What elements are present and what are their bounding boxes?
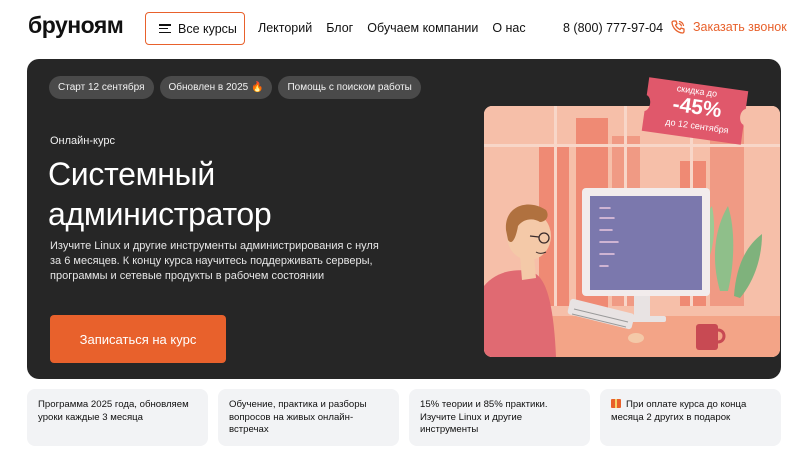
tag-job-help: Помощь с поиском работы [278, 76, 421, 99]
feature-text: Программа 2025 года, обновляем уроки каж… [38, 399, 189, 423]
tag-start-date: Старт 12 сентября [49, 76, 154, 99]
logo[interactable]: бруноям [28, 12, 124, 39]
phone-number[interactable]: 8 (800) 777-97-04 [563, 21, 663, 35]
feature-card: Программа 2025 года, обновляем уроки каж… [27, 389, 208, 446]
feature-text: Обучение, практика и разборы вопросов на… [229, 399, 367, 435]
feature-text: При оплате курса до конца месяца 2 други… [611, 399, 747, 423]
nav-item-blog[interactable]: Блог [326, 21, 353, 35]
nav-item-companies[interactable]: Обучаем компании [367, 21, 478, 35]
site-header: бруноям Все курсы Лекторий Блог Обучаем … [0, 0, 800, 58]
page-title: Системный администратор [48, 156, 272, 232]
burger-menu-icon [159, 24, 171, 33]
feature-card: При оплате курса до конца месяца 2 други… [600, 389, 781, 446]
course-description: Изучите Linux и другие инструменты админ… [50, 240, 379, 282]
all-courses-label: Все курсы [178, 21, 237, 36]
main-nav: Лекторий Блог Обучаем компании О нас [258, 21, 540, 35]
discount-badge: скидка до -45% до 12 сентября [631, 74, 759, 149]
hero-tags: Старт 12 сентября Обновлен в 2025 🔥 Помо… [49, 76, 427, 99]
feature-card: 15% теории и 85% практики. Изучите Linux… [409, 389, 590, 446]
feature-cards: Программа 2025 года, обновляем уроки каж… [27, 389, 781, 446]
tag-updated: Обновлен в 2025 🔥 [159, 76, 273, 99]
feature-text: 15% теории и 85% практики. Изучите Linux… [420, 399, 548, 435]
enroll-button[interactable]: Записаться на курс [50, 315, 226, 363]
phone-icon [671, 20, 685, 34]
nav-item-about[interactable]: О нас [492, 21, 525, 35]
callback-label: Заказать звонок [693, 20, 787, 34]
all-courses-button[interactable]: Все курсы [145, 12, 245, 45]
gift-icon [611, 399, 621, 408]
nav-item-lectures[interactable]: Лекторий [258, 21, 312, 35]
course-kind: Онлайн-курс [50, 135, 115, 147]
feature-card: Обучение, практика и разборы вопросов на… [218, 389, 399, 446]
hero-banner: Старт 12 сентября Обновлен в 2025 🔥 Помо… [27, 59, 781, 379]
callback-link[interactable]: Заказать звонок [670, 19, 787, 35]
